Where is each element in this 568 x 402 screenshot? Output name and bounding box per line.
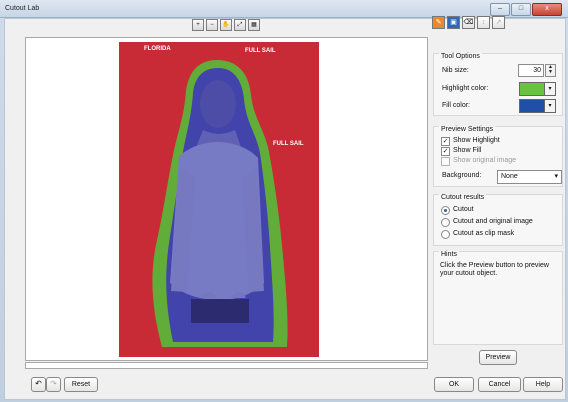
cutout-and-original-label: Cutout and original image (453, 218, 533, 225)
zoom-out-button[interactable]: − (206, 19, 218, 31)
cutout-results-group: Cutout results Cutout Cutout and origina… (433, 194, 563, 246)
cancel-button[interactable]: Cancel (478, 377, 521, 392)
show-fill-checkbox[interactable]: ✓ (441, 147, 450, 156)
tool-options-title: Tool Options (439, 53, 482, 60)
canvas-toolbar: + − ✋ ⤢ ▦ (192, 19, 260, 31)
show-original-checkbox[interactable] (441, 157, 450, 166)
fill-color-swatch[interactable] (519, 99, 545, 113)
nib-size-label: Nib size: (442, 67, 469, 74)
preview-settings-group: Preview Settings ✓ Show Highlight ✓ Show… (433, 126, 563, 187)
florida-logo-text: FLORIDA (144, 46, 171, 52)
show-highlight-checkbox[interactable]: ✓ (441, 137, 450, 146)
reset-button[interactable]: Reset (64, 377, 98, 392)
actual-size-button[interactable]: ▦ (248, 19, 260, 31)
show-fill-label: Show Fill (453, 147, 482, 154)
window-title: Cutout Lab (5, 5, 40, 12)
show-original-label: Show original image (453, 157, 517, 164)
undo-icon[interactable]: ↶ (31, 377, 46, 392)
background-label: Background: (442, 172, 482, 179)
panel-tool-buttons: ✎ ▣ ⌫ ↕ ↗ (432, 16, 505, 29)
nib-size-stepper[interactable]: ▲ ▼ (545, 64, 556, 77)
preview-settings-title: Preview Settings (439, 126, 496, 133)
help-button[interactable]: Help (523, 377, 563, 392)
preview-button[interactable]: Preview (479, 350, 517, 365)
highlight-color-dropdown[interactable]: ▾ (544, 82, 556, 96)
tool-a-icon[interactable]: ↕ (477, 16, 490, 29)
redo-icon[interactable]: ↷ (46, 377, 61, 392)
cutout-lab-window: Cutout Lab – □ x + − ✋ ⤢ ▦ FLORIDA FULL … (0, 0, 568, 402)
background-select[interactable]: None (497, 170, 562, 184)
preview-image-art (119, 42, 319, 357)
fit-button[interactable]: ⤢ (234, 19, 246, 31)
cutout-results-title: Cutout results (439, 194, 487, 201)
highlight-color-label: Highlight color: (442, 85, 489, 92)
fill-color-dropdown[interactable]: ▾ (544, 99, 556, 113)
pan-tool-button[interactable]: ✋ (220, 19, 232, 31)
zoom-in-button[interactable]: + (192, 19, 204, 31)
full-sail-logo-text-2: FULL SAIL (273, 141, 304, 147)
fill-color-label: Fill color: (442, 102, 471, 109)
cutout-option-label: Cutout (453, 206, 474, 213)
cutout-clip-mask-radio[interactable] (441, 230, 450, 239)
close-button[interactable]: x (532, 3, 562, 16)
minimize-button[interactable]: – (490, 3, 510, 16)
full-sail-logo-text: FULL SAIL (245, 48, 276, 54)
cutout-clip-mask-label: Cutout as clip mask (453, 230, 515, 237)
nib-size-input[interactable]: 30 (518, 64, 544, 77)
hints-group: Hints Click the Preview button to previe… (433, 251, 563, 345)
hints-text: Click the Preview button to preview your… (440, 262, 549, 277)
cutout-radio[interactable] (441, 206, 450, 215)
cutout-and-original-radio[interactable] (441, 218, 450, 227)
window-controls: – □ x (490, 3, 562, 16)
maximize-button[interactable]: □ (511, 3, 531, 16)
eraser-tool-icon[interactable]: ⌫ (462, 16, 475, 29)
tool-options-group: Tool Options Nib size: 30 ▲ ▼ Highlight c… (433, 53, 563, 116)
hints-title: Hints (439, 251, 459, 258)
show-highlight-label: Show Highlight (453, 137, 500, 144)
ok-button[interactable]: OK (434, 377, 474, 392)
highlight-color-swatch[interactable] (519, 82, 545, 96)
tool-b-icon[interactable]: ↗ (492, 16, 505, 29)
preview-image: FLORIDA FULL SAIL FULL SAIL (119, 42, 319, 357)
highlighter-tool-icon[interactable]: ✎ (432, 16, 445, 29)
fill-tool-icon[interactable]: ▣ (447, 16, 460, 29)
progress-bar (25, 362, 428, 369)
